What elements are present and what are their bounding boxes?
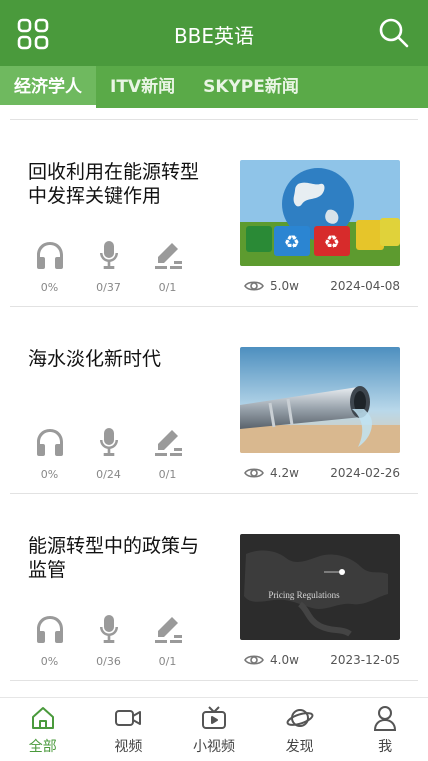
nav-short-video[interactable]: 小视频 [171,698,257,761]
article-list: 回收利用在能源转型中发挥关键作用 0% 0/37 0/1 ♻ ♻ 5.0w 20… [0,108,428,681]
listen-progress: 0% [40,655,59,668]
publish-date: 2024-04-08 [330,279,400,293]
view-count: 4.2w [270,466,299,480]
app-bar: BBE英语 [0,0,428,66]
article-meta: 4.2w 2024-02-26 [244,465,400,483]
write-stat[interactable]: 0/1 [138,425,197,481]
write-progress: 0/1 [158,468,177,481]
article-card[interactable]: 海水淡化新时代 0% 0/24 0/1 4.2w 2024-02-26 [10,307,418,494]
article-meta: 5.0w 2024-04-08 [244,278,400,296]
video-icon [115,710,142,726]
listen-progress: 0% [40,281,59,294]
speak-stat[interactable]: 0/36 [79,612,138,668]
article-thumbnail[interactable]: ♻ ♻ [240,160,400,266]
article-meta: 4.0w 2023-12-05 [244,652,400,670]
headphones-icon [36,242,63,269]
speak-progress: 0/37 [96,281,121,294]
view-count: 4.0w [270,653,299,667]
nav-label: 小视频 [192,739,235,755]
dark-map-image: Pricing Regulations [240,534,400,640]
speak-stat[interactable]: 0/37 [79,238,138,294]
pencil-icon [154,243,182,269]
write-progress: 0/1 [158,655,177,668]
nav-label: 全部 [28,739,57,755]
publish-date: 2023-12-05 [330,653,400,667]
article-card[interactable]: 回收利用在能源转型中发挥关键作用 0% 0/37 0/1 ♻ ♻ 5.0w 20… [10,120,418,307]
microphone-icon [99,615,118,643]
search-icon[interactable] [378,17,410,49]
user-icon [374,706,397,731]
eye-icon [244,468,264,478]
listen-stat[interactable]: 0% [20,612,79,668]
globe-recycling-image: ♻ ♻ [240,160,400,266]
write-stat[interactable]: 0/1 [138,612,197,668]
home-icon [31,707,54,729]
publish-date: 2024-02-26 [330,466,400,480]
article-thumbnail[interactable] [240,347,400,453]
eye-icon [244,281,264,291]
nav-all[interactable]: 全部 [0,698,86,761]
category-tabs: 经济学人 ITV新闻 SKYPE新闻 [0,66,428,108]
svg-text:♻: ♻ [284,232,300,253]
water-pipe-image [240,347,400,453]
nav-label: 视频 [114,739,143,755]
app-title: BBE英语 [173,24,255,48]
nav-label: 发现 [285,739,314,755]
nav-discover[interactable]: 发现 [257,698,343,761]
pencil-icon [154,430,182,456]
article-title[interactable]: 海水淡化新时代 [28,347,216,371]
tv-icon [201,706,226,729]
article-stats: 0% 0/37 0/1 [20,238,200,294]
write-stat[interactable]: 0/1 [138,238,197,294]
listen-stat[interactable]: 0% [20,238,79,294]
view-count: 5.0w [270,279,299,293]
speak-progress: 0/36 [96,655,121,668]
nav-label: 我 [378,739,393,755]
tab-economist[interactable]: 经济学人 [0,66,96,108]
bottom-nav: 全部 视频 小视频 发现 我 [0,697,428,761]
article-stats: 0% 0/36 0/1 [20,612,200,668]
article-stats: 0% 0/24 0/1 [20,425,200,481]
headphones-icon [36,616,63,643]
article-card[interactable]: 能源转型中的政策与监管 0% 0/36 0/1 Pricing Regulati… [10,494,418,681]
planet-icon [286,709,314,727]
headphones-icon [36,429,63,456]
pencil-icon [154,617,182,643]
listen-progress: 0% [40,468,59,481]
eye-icon [244,655,264,665]
tab-skype-news[interactable]: SKYPE新闻 [189,66,313,108]
speak-progress: 0/24 [96,468,121,481]
nav-video[interactable]: 视频 [86,698,172,761]
tab-itv-news[interactable]: ITV新闻 [96,66,189,108]
microphone-icon [99,428,118,456]
nav-me[interactable]: 我 [342,698,428,761]
write-progress: 0/1 [158,281,177,294]
thumbnail-caption: Pricing Regulations [268,590,340,600]
svg-text:♻: ♻ [324,232,340,253]
microphone-icon [99,241,118,269]
article-thumbnail[interactable]: Pricing Regulations [240,534,400,640]
article-title[interactable]: 回收利用在能源转型中发挥关键作用 [28,160,216,208]
speak-stat[interactable]: 0/24 [79,425,138,481]
article-title[interactable]: 能源转型中的政策与监管 [28,534,216,582]
listen-stat[interactable]: 0% [20,425,79,481]
